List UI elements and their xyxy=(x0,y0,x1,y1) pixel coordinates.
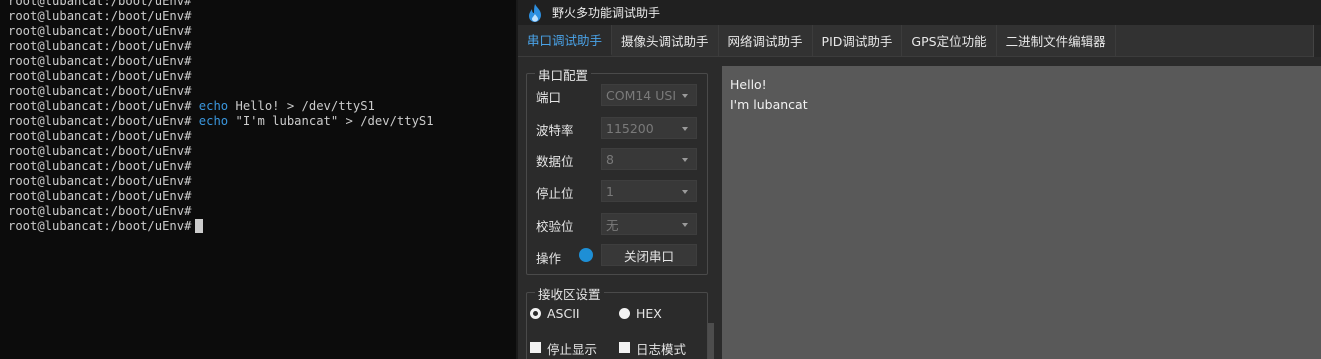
terminal-line: root@lubancat:/boot/uEnv# xyxy=(8,159,434,174)
terminal-command: echo xyxy=(198,114,229,128)
chevron-down-icon xyxy=(682,94,688,98)
databits-value: 8 xyxy=(606,151,614,167)
stopbits-select[interactable]: 1 xyxy=(601,180,697,202)
tab-network-debug[interactable]: 网络调试助手 xyxy=(719,25,813,56)
chevron-down-icon xyxy=(682,127,688,131)
port-label: 端口 xyxy=(536,90,562,105)
databits-select[interactable]: 8 xyxy=(601,148,697,170)
parity-select[interactable]: 无 xyxy=(601,213,697,235)
terminal-line: root@lubancat:/boot/uEnv# xyxy=(8,204,434,219)
terminal-line: root@lubancat:/boot/uEnv# xyxy=(8,0,434,9)
tab-gps[interactable]: GPS定位功能 xyxy=(902,25,997,56)
left-panel-scrollbar[interactable] xyxy=(708,323,714,359)
baud-value: 115200 xyxy=(606,120,654,136)
receive-settings-group: 接收区设置 ASCII HEX 停止显示 日志模式 xyxy=(526,284,708,359)
receive-area[interactable]: Hello! I'm lubancat xyxy=(722,66,1321,359)
terminal-prompt: root@lubancat:/boot/uEnv# xyxy=(8,204,192,218)
receive-line: I'm lubancat xyxy=(730,97,808,112)
terminal-line: root@lubancat:/boot/uEnv# xyxy=(8,219,434,234)
terminal-prompt: root@lubancat:/boot/uEnv# xyxy=(8,159,192,173)
terminal-prompt: root@lubancat:/boot/uEnv# xyxy=(8,39,192,53)
tab-bar-edge xyxy=(1313,25,1321,57)
chevron-down-icon xyxy=(682,190,688,194)
log-mode-label: 日志模式 xyxy=(636,342,687,357)
hex-radio[interactable] xyxy=(619,308,630,319)
serial-config-title: 串口配置 xyxy=(535,65,592,84)
terminal-args: Hello! > /dev/ttyS1 xyxy=(228,99,375,113)
terminal-prompt: root@lubancat:/boot/uEnv# xyxy=(8,69,192,83)
port-status-indicator xyxy=(579,248,593,262)
terminal-args: "I'm lubancat" > /dev/ttyS1 xyxy=(228,114,434,128)
terminal-prompt: root@lubancat:/boot/uEnv# xyxy=(8,189,192,203)
terminal-line: root@lubancat:/boot/uEnv# xyxy=(8,54,434,69)
hex-label: HEX xyxy=(636,306,662,321)
databits-label: 数据位 xyxy=(536,154,574,169)
receive-line: Hello! xyxy=(730,77,767,92)
terminal-line: root@lubancat:/boot/uEnv# xyxy=(8,39,434,54)
terminal-line: root@lubancat:/boot/uEnv# xyxy=(8,144,434,159)
terminal-prompt: root@lubancat:/boot/uEnv# xyxy=(8,0,192,8)
terminal-line: root@lubancat:/boot/uEnv# echo "I'm luba… xyxy=(8,114,434,129)
chevron-down-icon xyxy=(682,223,688,227)
log-mode-checkbox[interactable] xyxy=(619,342,630,353)
ascii-radio[interactable] xyxy=(530,308,541,319)
port-select[interactable]: COM14 USI xyxy=(601,84,697,106)
stop-display-label: 停止显示 xyxy=(547,342,598,357)
terminal-prompt: root@lubancat:/boot/uEnv# xyxy=(8,129,192,143)
terminal-prompt: root@lubancat:/boot/uEnv# xyxy=(8,54,192,68)
close-port-button[interactable]: 关闭串口 xyxy=(601,244,697,266)
debug-assistant-window: 野火多功能调试助手 串口调试助手 摄像头调试助手 网络调试助手 PID调试助手 … xyxy=(518,0,1321,359)
tab-binary-editor[interactable]: 二进制文件编辑器 xyxy=(997,25,1116,56)
terminal-window[interactable]: root@lubancat:/boot/uEnv# root@lubancat:/… xyxy=(0,0,518,359)
ascii-label: ASCII xyxy=(547,306,580,321)
action-label: 操作 xyxy=(536,251,562,266)
terminal-line: root@lubancat:/boot/uEnv# xyxy=(8,174,434,189)
baud-select[interactable]: 115200 xyxy=(601,117,697,139)
port-value: COM14 USI xyxy=(606,87,677,103)
terminal-prompt: root@lubancat:/boot/uEnv# xyxy=(8,84,192,98)
terminal-cursor xyxy=(195,219,204,233)
terminal-prompt: root@lubancat:/boot/uEnv# xyxy=(8,114,192,128)
terminal-prompt: root@lubancat:/boot/uEnv# xyxy=(8,174,192,188)
serial-config-group: 串口配置 端口 COM14 USI 波特率 115200 数据位 8 停止位 1… xyxy=(526,65,708,275)
app-title: 野火多功能调试助手 xyxy=(552,6,661,20)
tab-bar: 串口调试助手 摄像头调试助手 网络调试助手 PID调试助手 GPS定位功能 二进… xyxy=(518,25,1321,57)
stop-display-checkbox[interactable] xyxy=(530,342,541,353)
stopbits-label: 停止位 xyxy=(536,186,574,201)
stopbits-value: 1 xyxy=(606,183,614,199)
terminal-line: root@lubancat:/boot/uEnv# xyxy=(8,129,434,144)
baud-label: 波特率 xyxy=(536,123,574,138)
title-bar: 野火多功能调试助手 xyxy=(518,0,1321,25)
terminal-line: root@lubancat:/boot/uEnv# xyxy=(8,189,434,204)
terminal-line: root@lubancat:/boot/uEnv# echo Hello! > … xyxy=(8,99,434,114)
tab-camera-debug[interactable]: 摄像头调试助手 xyxy=(612,25,719,56)
scrollbar-thumb[interactable] xyxy=(708,323,714,359)
terminal-line: root@lubancat:/boot/uEnv# xyxy=(8,24,434,39)
terminal-prompt: root@lubancat:/boot/uEnv# xyxy=(8,219,192,233)
parity-value: 无 xyxy=(606,217,619,233)
receive-settings-title: 接收区设置 xyxy=(535,284,604,303)
terminal-prompt: root@lubancat:/boot/uEnv# xyxy=(8,99,192,113)
chevron-down-icon xyxy=(682,158,688,162)
terminal-prompt: root@lubancat:/boot/uEnv# xyxy=(8,144,192,158)
terminal-line: root@lubancat:/boot/uEnv# xyxy=(8,69,434,84)
terminal-prompt: root@lubancat:/boot/uEnv# xyxy=(8,24,192,38)
terminal-command: echo xyxy=(198,99,229,113)
terminal-output: root@lubancat:/boot/uEnv# root@lubancat:/… xyxy=(8,0,434,234)
terminal-line: root@lubancat:/boot/uEnv# xyxy=(8,84,434,99)
terminal-prompt: root@lubancat:/boot/uEnv# xyxy=(8,9,192,23)
parity-label: 校验位 xyxy=(536,219,574,234)
terminal-line: root@lubancat:/boot/uEnv# xyxy=(8,9,434,24)
flame-icon xyxy=(529,3,541,22)
tab-serial-debug[interactable]: 串口调试助手 xyxy=(518,25,613,56)
tab-pid-debug[interactable]: PID调试助手 xyxy=(813,25,903,56)
